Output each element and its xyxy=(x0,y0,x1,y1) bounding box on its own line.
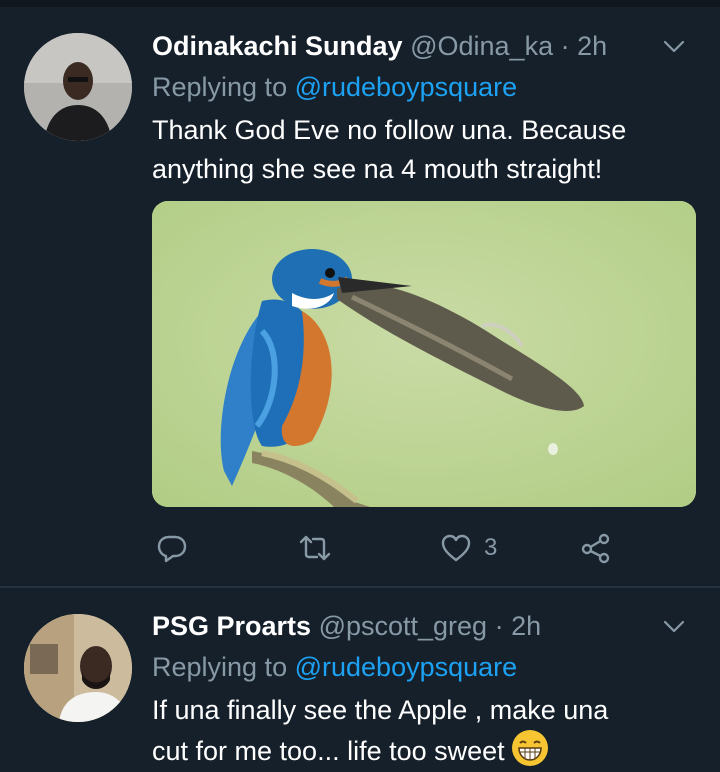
replying-prefix: Replying to xyxy=(152,72,288,102)
top-separator xyxy=(0,0,720,7)
tweet-text-line: anything she see na 4 mouth straight! xyxy=(152,154,603,184)
mention-link[interactable]: @rudeboypsquare xyxy=(295,652,518,682)
kingfisher-photo xyxy=(152,201,696,507)
avatar[interactable] xyxy=(24,33,132,141)
handle[interactable]: @Odina_ka xyxy=(410,31,553,61)
avatar[interactable] xyxy=(24,614,132,722)
retweet-icon xyxy=(299,535,331,561)
tweet-odinakachi[interactable]: Odinakachi Sunday @Odina_ka · 2h Replyin… xyxy=(0,8,720,586)
handle[interactable]: @pscott_greg xyxy=(319,611,488,641)
tweet-text-line: If una finally see the Apple , make una xyxy=(152,695,609,725)
replying-to: Replying to @rudeboypsquare xyxy=(152,648,700,686)
tweet-text-line: cut for me too... life too sweet xyxy=(152,736,505,766)
like-count: 3 xyxy=(484,534,498,561)
separator-dot: · xyxy=(494,611,504,641)
tweet-text: Thank God Eve no follow una. Because any… xyxy=(152,111,700,189)
share-icon xyxy=(581,533,610,564)
display-name[interactable]: PSG Proarts xyxy=(152,611,311,641)
like-button[interactable]: 3 xyxy=(440,526,497,570)
tweet-psg-proarts[interactable]: PSG Proarts @pscott_greg · 2h Replying t… xyxy=(0,588,720,772)
grinning-emoji-icon xyxy=(512,730,549,766)
tweet-text: If una finally see the Apple , make una … xyxy=(152,691,700,771)
replying-to: Replying to @rudeboypsquare xyxy=(152,68,700,106)
mention-link[interactable]: @rudeboypsquare xyxy=(295,72,518,102)
reply-icon xyxy=(157,535,187,563)
tweet-text-line: Thank God Eve no follow una. Because xyxy=(152,115,627,145)
retweet-button[interactable] xyxy=(298,526,332,570)
avatar-photo xyxy=(24,33,132,141)
tweet-image[interactable] xyxy=(152,201,696,507)
timestamp[interactable]: 2h xyxy=(577,31,607,61)
avatar-photo xyxy=(24,614,132,722)
reply-button[interactable] xyxy=(156,526,188,570)
chevron-down-icon[interactable] xyxy=(662,35,686,59)
display-name[interactable]: Odinakachi Sunday xyxy=(152,31,403,61)
separator-dot: · xyxy=(560,31,570,61)
timestamp[interactable]: 2h xyxy=(511,611,541,641)
like-icon xyxy=(441,534,471,562)
chevron-down-icon[interactable] xyxy=(662,615,686,639)
tweet-actions: 3 xyxy=(152,526,696,570)
tweet-text-line-with-emoji: cut for me too... life too sweet xyxy=(152,730,700,771)
share-button[interactable] xyxy=(580,526,612,570)
replying-prefix: Replying to xyxy=(152,652,288,682)
